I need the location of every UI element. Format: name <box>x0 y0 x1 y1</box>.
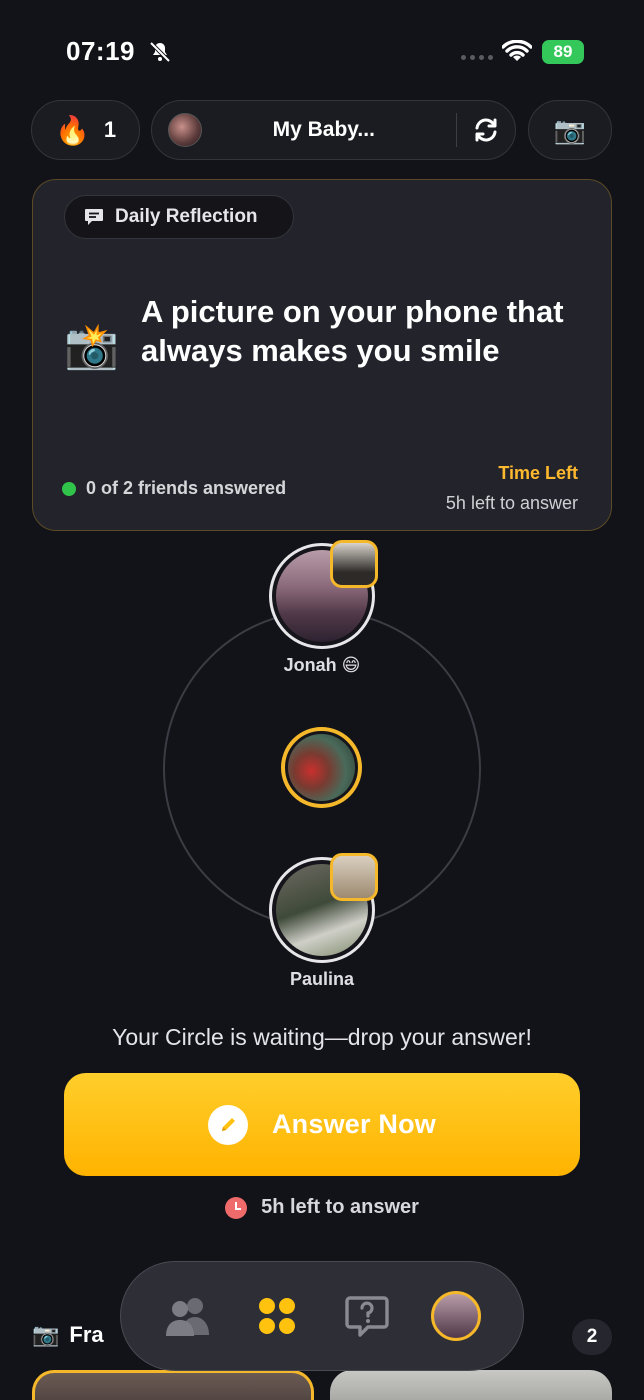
status-time: 07:19 <box>66 36 135 66</box>
feed-thumbnail[interactable] <box>32 1370 314 1400</box>
circle-selector[interactable]: My Baby... <box>151 100 516 160</box>
answer-now-button[interactable]: Answer Now <box>64 1073 580 1176</box>
fire-icon: 🔥 <box>54 114 90 146</box>
waiting-message: Your Circle is waiting—drop your answer! <box>112 1024 532 1050</box>
circle-name: My Baby... <box>272 118 375 141</box>
question-icon <box>345 1296 389 1337</box>
camera-icon: 📷 <box>32 1322 60 1347</box>
time-left-label: Time Left <box>498 463 578 483</box>
streak-button[interactable]: 🔥 1 <box>31 100 140 160</box>
count-badge: 2 <box>572 1319 612 1355</box>
circle-avatar <box>168 113 202 147</box>
chat-bubble-icon <box>85 209 103 225</box>
tab-friends[interactable] <box>160 1288 216 1344</box>
friend-name-jonah: Jonah 😄 <box>283 655 361 675</box>
prompt-text: A picture on your phone that always make… <box>141 294 564 368</box>
tag-label: Daily Reflection <box>115 206 258 227</box>
answer-timer: 5h left to answer <box>0 1196 644 1219</box>
tab-profile[interactable] <box>428 1288 484 1344</box>
battery-indicator: 89 <box>542 40 584 64</box>
camera-flash-icon: 📸 <box>64 322 119 371</box>
refresh-button[interactable] <box>457 117 515 143</box>
tab-home[interactable] <box>249 1288 305 1344</box>
camera-button[interactable]: 📷 <box>528 100 612 160</box>
friend-badge-jonah <box>330 540 378 588</box>
friend-name-paulina: Paulina <box>289 969 355 989</box>
tab-questions[interactable] <box>339 1288 395 1344</box>
answered-text: 0 of 2 friends answered <box>86 478 287 498</box>
refresh-icon <box>475 118 497 142</box>
clock-icon <box>225 1196 248 1219</box>
bell-slash-icon <box>149 41 171 63</box>
feed-thumbnail[interactable] <box>330 1370 612 1400</box>
time-left-value: 5h left to answer <box>445 493 578 513</box>
status-dot <box>62 481 76 496</box>
timer-text: 5h left to answer <box>261 1196 419 1218</box>
section-title-text: Fra <box>69 1322 104 1347</box>
profile-avatar <box>431 1291 482 1341</box>
friends-icon <box>165 1298 209 1336</box>
feed-section-title: 📷 Fra <box>32 1322 104 1348</box>
friend-badge-paulina <box>330 853 378 901</box>
my-photo <box>288 734 355 801</box>
streak-count: 1 <box>103 117 117 142</box>
answer-now-label: Answer Now <box>271 1109 437 1139</box>
daily-reflection-tag: Daily Reflection <box>64 195 294 239</box>
wifi-icon <box>502 40 532 61</box>
my-avatar[interactable] <box>281 727 362 808</box>
camera-icon: 📷 <box>553 114 587 145</box>
grid-icon <box>259 1298 296 1334</box>
signal-icon <box>461 55 493 60</box>
pencil-icon <box>207 1104 248 1145</box>
tab-bar <box>120 1261 524 1371</box>
answered-status: 0 of 2 friends answered <box>62 478 286 499</box>
